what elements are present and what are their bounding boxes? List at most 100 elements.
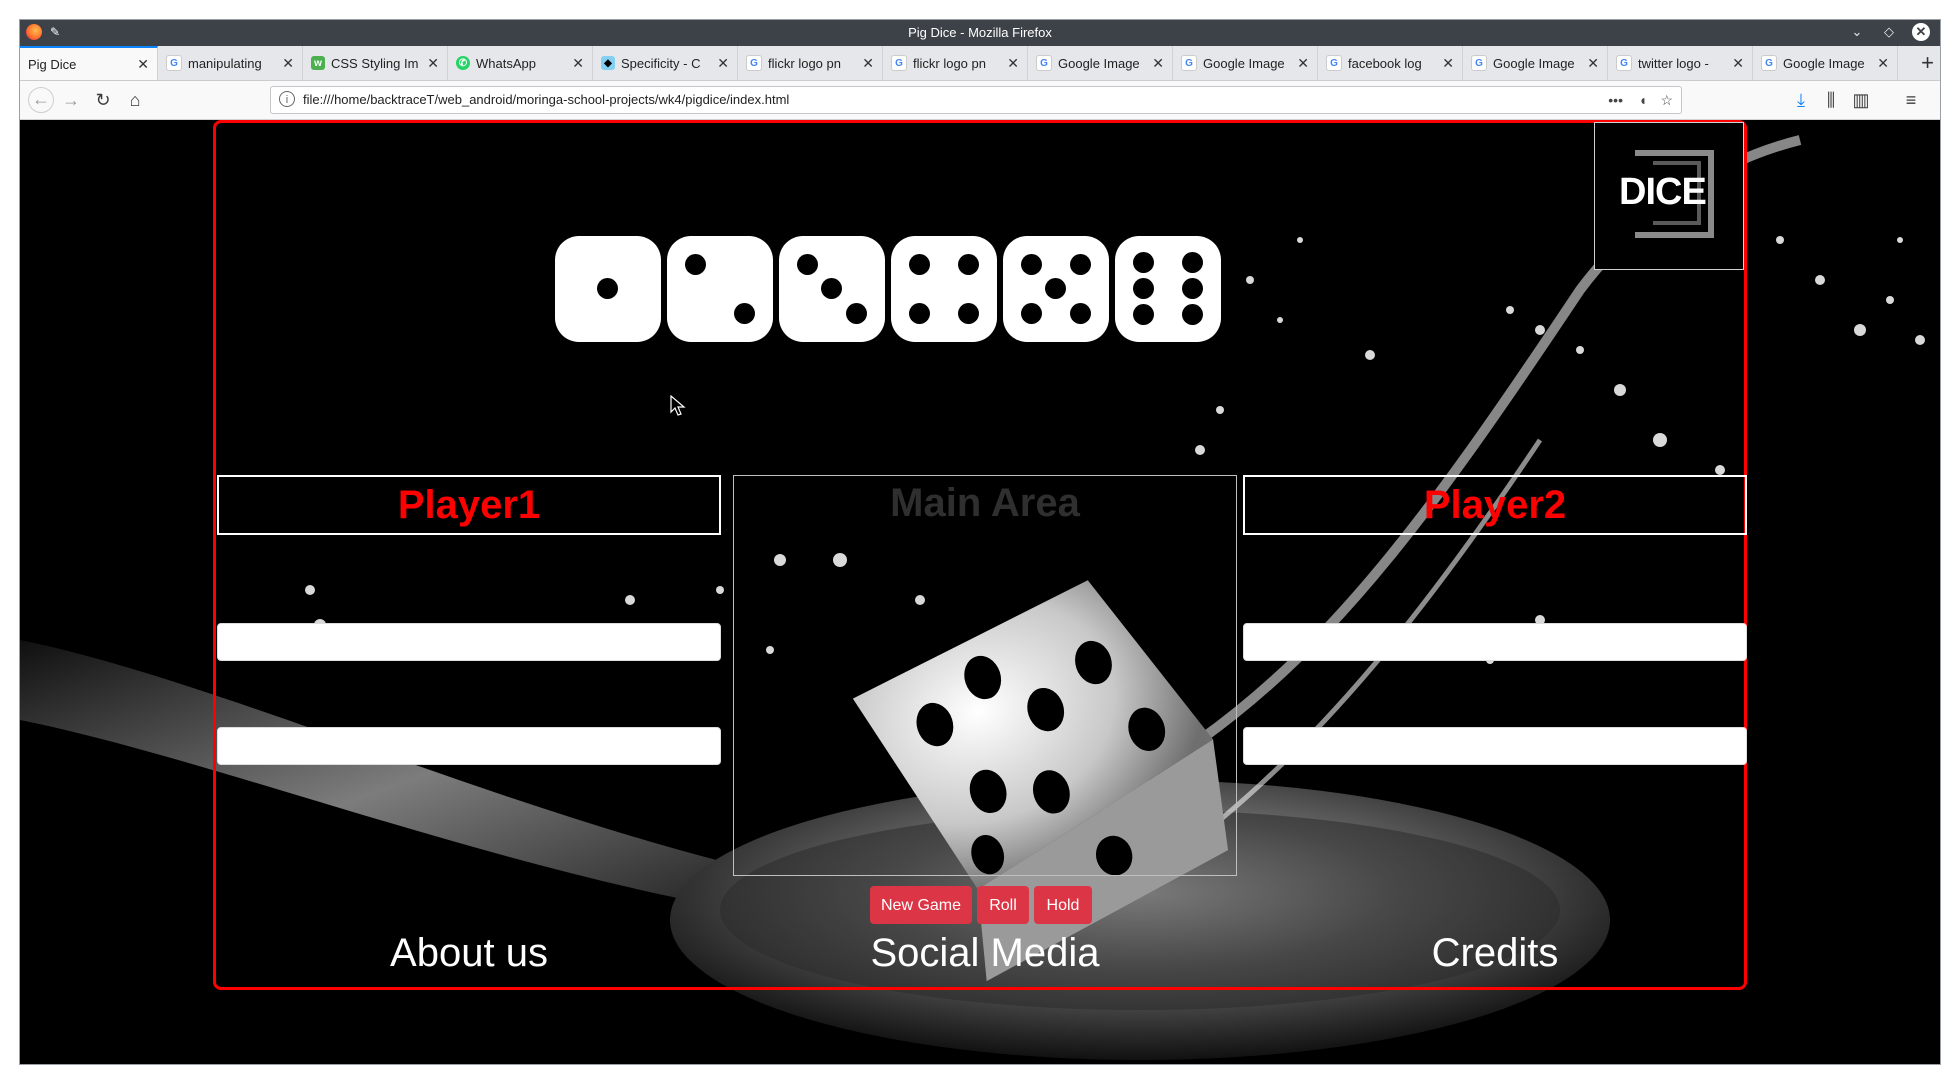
info-icon[interactable]: i — [279, 91, 295, 107]
pip — [734, 303, 755, 324]
player1-title: Player1 — [217, 475, 721, 535]
pip — [821, 278, 842, 299]
tab-close-icon[interactable]: ✕ — [1587, 55, 1599, 72]
downloads-icon[interactable]: ⤓ — [1790, 89, 1812, 111]
tab-close-icon[interactable]: ✕ — [572, 55, 584, 72]
tab-specificity[interactable]: ◆ Specificity - C ✕ — [593, 46, 738, 80]
tab-close-icon[interactable]: ✕ — [717, 55, 729, 72]
tab-close-icon[interactable]: ✕ — [427, 55, 439, 72]
tab-label: Google Image — [1058, 55, 1140, 71]
google-icon: G — [1326, 55, 1342, 71]
url-bar[interactable]: i file:///home/backtraceT/web_android/mo… — [270, 86, 1682, 114]
tab-google-images-2[interactable]: G Google Image ✕ — [1173, 46, 1318, 80]
tab-label: Google Image — [1493, 55, 1575, 71]
sidebar-icon[interactable]: ▥ — [1850, 89, 1872, 111]
pip — [1070, 303, 1091, 324]
whatsapp-icon: ✆ — [456, 56, 470, 70]
dice-face-3 — [779, 236, 885, 342]
mouse-cursor-icon — [670, 395, 686, 416]
main-area: Main Area — [733, 475, 1237, 876]
google-icon: G — [1471, 55, 1487, 71]
tab-close-icon[interactable]: ✕ — [1732, 55, 1744, 72]
tab-label: CSS Styling Im — [331, 55, 419, 71]
dice-logo: DICE — [1594, 122, 1744, 270]
new-game-button[interactable]: New Game — [870, 886, 972, 924]
dice-face-4 — [891, 236, 997, 342]
logo-text: DICE — [1619, 171, 1707, 213]
pip — [1021, 303, 1042, 324]
menu-icon[interactable]: ≡ — [1900, 89, 1922, 111]
google-icon: G — [746, 55, 762, 71]
tab-google-images-3[interactable]: G Google Image ✕ — [1463, 46, 1608, 80]
roll-button[interactable]: Roll — [977, 886, 1029, 924]
tab-label: Google Image — [1783, 55, 1865, 71]
close-icon[interactable]: ✕ — [1912, 23, 1930, 41]
tab-close-icon[interactable]: ✕ — [862, 55, 874, 72]
tab-label: flickr logo pn — [913, 55, 986, 71]
back-icon[interactable]: ← — [28, 87, 54, 113]
pip — [958, 254, 979, 275]
pip — [1133, 252, 1154, 273]
tab-close-icon[interactable]: ✕ — [1007, 55, 1019, 72]
pocket-icon[interactable]: ◖ — [1639, 90, 1647, 110]
forward-icon[interactable]: → — [60, 89, 82, 111]
page-actions-icon[interactable]: ••• — [1608, 90, 1623, 110]
credits-link[interactable]: Credits — [1243, 928, 1747, 978]
tab-manipulating[interactable]: G manipulating ✕ — [158, 46, 303, 80]
tab-label: facebook log — [1348, 55, 1422, 71]
pip — [685, 254, 706, 275]
pip — [1133, 304, 1154, 325]
tab-close-icon[interactable]: ✕ — [137, 56, 149, 73]
tab-label: WhatsApp — [476, 55, 536, 71]
about-us-link[interactable]: About us — [217, 928, 721, 978]
google-icon: G — [1036, 55, 1052, 71]
dice-face-6 — [1115, 236, 1221, 342]
window-title: Pig Dice - Mozilla Firefox — [908, 25, 1052, 40]
tab-label: Specificity - C — [621, 55, 701, 71]
tab-google-images-4[interactable]: G Google Image ✕ — [1753, 46, 1898, 80]
player1-total-score — [217, 623, 721, 661]
bookmark-star-icon[interactable]: ☆ — [1660, 90, 1673, 110]
tab-label: manipulating — [188, 55, 262, 71]
title-bar: ✎ Pig Dice - Mozilla Firefox ⌄ ◇ ✕ — [20, 20, 1940, 46]
tab-twitter-logo[interactable]: G twitter logo - ✕ — [1608, 46, 1753, 80]
tab-whatsapp[interactable]: ✆ WhatsApp ✕ — [448, 46, 593, 80]
google-icon: G — [166, 55, 182, 71]
pip — [1182, 252, 1203, 273]
tab-flickr-2[interactable]: G flickr logo pn ✕ — [883, 46, 1028, 80]
pip — [797, 254, 818, 275]
tab-flickr-1[interactable]: G flickr logo pn ✕ — [738, 46, 883, 80]
tab-google-images-1[interactable]: G Google Image ✕ — [1028, 46, 1173, 80]
minimize-icon[interactable]: ⌄ — [1848, 23, 1866, 41]
dice-face-5 — [1003, 236, 1109, 342]
page-content: DICE Player1 Player2 Main Area New Game … — [20, 120, 1940, 1064]
tab-close-icon[interactable]: ✕ — [1152, 55, 1164, 72]
google-icon: G — [1181, 55, 1197, 71]
hold-button[interactable]: Hold — [1034, 886, 1092, 924]
maximize-icon[interactable]: ◇ — [1880, 23, 1898, 41]
dice-face-2 — [667, 236, 773, 342]
player2-round-score — [1243, 727, 1747, 765]
pip — [1021, 254, 1042, 275]
library-icon[interactable]: ⫼ — [1820, 89, 1842, 111]
mdn-icon: ◆ — [601, 56, 615, 70]
tab-close-icon[interactable]: ✕ — [1442, 55, 1454, 72]
home-icon[interactable]: ⌂ — [124, 89, 146, 111]
new-tab-icon[interactable]: + — [1921, 50, 1934, 76]
tab-css-styling[interactable]: w CSS Styling Im ✕ — [303, 46, 448, 80]
url-text[interactable]: file:///home/backtraceT/web_android/mori… — [303, 87, 789, 113]
tab-pig-dice[interactable]: Pig Dice ✕ — [20, 46, 158, 80]
tab-strip: Pig Dice ✕ G manipulating ✕ w CSS Stylin… — [20, 46, 1940, 81]
tab-close-icon[interactable]: ✕ — [1877, 55, 1889, 72]
tab-facebook-logo[interactable]: G facebook log ✕ — [1318, 46, 1463, 80]
navigation-bar: ← → ↻ ⌂ i file:///home/backtraceT/web_an… — [20, 81, 1940, 120]
tab-label: Pig Dice — [28, 56, 77, 72]
main-area-title: Main Area — [890, 481, 1080, 525]
social-media-link[interactable]: Social Media — [733, 928, 1237, 978]
player1-round-score — [217, 727, 721, 765]
tab-close-icon[interactable]: ✕ — [282, 55, 294, 72]
pip — [958, 303, 979, 324]
pip — [846, 303, 867, 324]
reload-icon[interactable]: ↻ — [92, 89, 114, 111]
tab-close-icon[interactable]: ✕ — [1297, 55, 1309, 72]
